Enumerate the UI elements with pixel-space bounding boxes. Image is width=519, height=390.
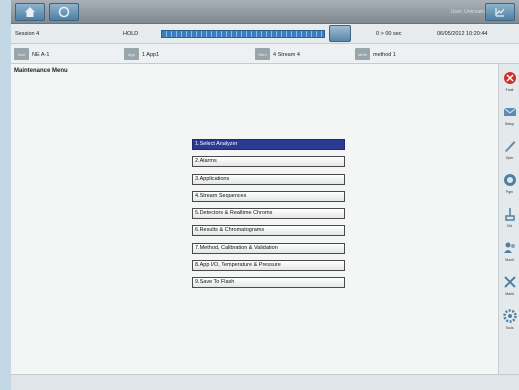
run-progress-bar <box>161 30 325 38</box>
method-value: method 1 <box>373 52 396 58</box>
sidebar-label: Setup <box>504 122 515 126</box>
sidebar-label: Maint <box>505 292 514 296</box>
circle-arrow-icon <box>58 6 70 18</box>
stream-value: 4 Stream 4 <box>273 52 300 58</box>
menu-item-stream-sequences[interactable]: 4.Stream Sequences <box>192 190 345 202</box>
home-button[interactable] <box>15 3 45 21</box>
info-row: Ann NE A-1 App 1 App1 Strm 4 Stream 4 Me… <box>11 44 519 64</box>
gear-icon <box>502 309 517 323</box>
hold-label: HOLD <box>123 31 139 37</box>
wrench-icon <box>503 276 516 288</box>
application-chip[interactable]: App <box>124 48 139 60</box>
run-control-button[interactable] <box>329 25 351 42</box>
sidebar-item-monit[interactable]: Monit <box>500 236 519 270</box>
right-sidebar: Fault Setup Oper Pgm Ctrl Monit Maint To… <box>498 64 519 374</box>
top-toolbar: User: Unknown <box>11 0 519 24</box>
sidebar-label: Oper <box>505 156 514 160</box>
chart-icon <box>495 8 505 17</box>
sidebar-item-pgm[interactable]: Pgm <box>500 168 519 202</box>
analyzer-chip[interactable]: Ann <box>14 48 29 60</box>
bottom-bar <box>11 374 519 390</box>
menu-item-detectors[interactable]: 5.Detectors & Realtime Chroms <box>192 208 345 220</box>
menu-item-results[interactable]: 6.Results & Chromatograms <box>192 225 345 237</box>
gauge-icon <box>503 174 516 186</box>
sidebar-label: Monit <box>505 258 514 262</box>
sidebar-item-ctrl[interactable]: Ctrl <box>500 202 519 236</box>
status-row: Session 4 HOLD 0 > 00 sec 06/05/2012 10:… <box>11 24 519 44</box>
session-label: Session 4 <box>15 31 40 37</box>
menu-item-select-analyzer[interactable]: 1.Select Analyzer <box>192 139 345 150</box>
sidebar-label: Fault <box>505 88 514 92</box>
people-icon <box>503 242 515 253</box>
sidebar-item-fault[interactable]: Fault <box>500 66 519 100</box>
sidebar-label: Ctrl <box>506 224 513 228</box>
maintenance-menu: 1.Select Analyzer 2.Alarms 3.Application… <box>192 139 345 295</box>
page-title: Maintenance Menu <box>14 68 68 74</box>
home-icon <box>25 7 35 17</box>
valve-icon <box>504 208 515 221</box>
back-button[interactable] <box>49 3 79 21</box>
menu-item-app-io[interactable]: 8.App I/O, Temperature & Pressure <box>192 260 345 272</box>
sidebar-label: Tools <box>505 326 514 330</box>
menu-item-alarms[interactable]: 2.Alarms <box>192 156 345 168</box>
user-label: User: Unknown <box>450 9 485 15</box>
sidebar-item-tools[interactable]: Tools <box>500 304 519 338</box>
sidebar-label: Pgm <box>505 190 514 194</box>
application-value: 1 App1 <box>142 52 160 58</box>
menu-item-applications[interactable]: 3.Applications <box>192 173 345 185</box>
app-window: User: Unknown Session 4 HOLD 0 > 00 sec … <box>11 0 519 390</box>
sidebar-item-oper[interactable]: Oper <box>500 134 519 168</box>
analyzer-value: NE A-1 <box>32 52 50 58</box>
sidebar-item-maint[interactable]: Maint <box>500 270 519 304</box>
pencil-icon <box>504 141 515 152</box>
run-time-label: 0 > 00 sec <box>376 31 402 37</box>
envelope-icon <box>503 107 516 116</box>
datetime-label: 06/05/2012 10:20:44 <box>437 31 488 37</box>
sidebar-item-setup[interactable]: Setup <box>500 100 519 134</box>
chart-button[interactable] <box>485 3 515 21</box>
menu-item-save-to-flash[interactable]: 9.Save To Flash <box>192 277 345 289</box>
fault-icon <box>503 72 516 84</box>
stream-chip[interactable]: Strm <box>255 48 270 60</box>
method-chip[interactable]: Meth <box>355 48 370 60</box>
menu-item-method-calibration[interactable]: 7.Method, Calibration & Validation <box>192 242 345 254</box>
